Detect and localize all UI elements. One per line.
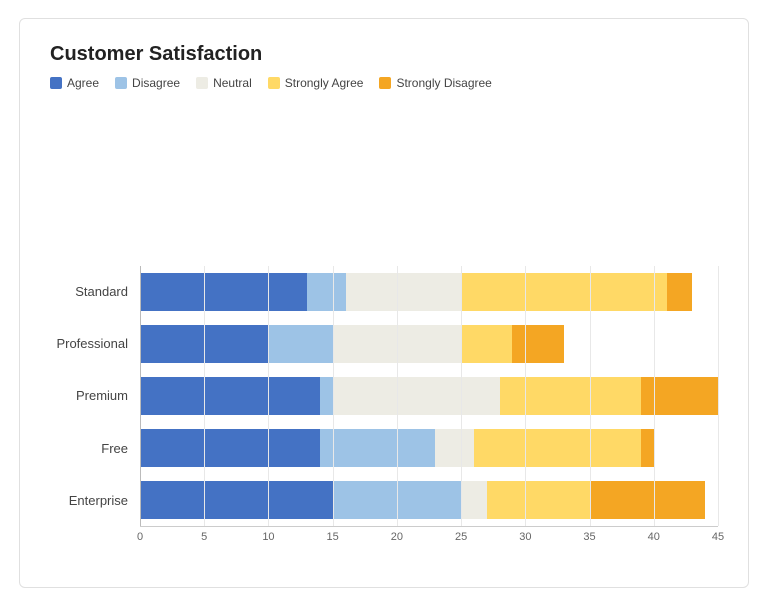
bar-segment	[641, 377, 718, 415]
bar-segment	[320, 377, 333, 415]
bar-row	[140, 474, 718, 526]
bar-segment	[268, 325, 332, 363]
x-tick: 35	[583, 531, 595, 543]
bar-track	[140, 481, 718, 519]
bar-segment	[435, 429, 474, 467]
grid-line	[525, 266, 526, 526]
grid-line	[461, 266, 462, 526]
grid-line	[204, 266, 205, 526]
bar-segment	[487, 481, 590, 519]
grid-line	[268, 266, 269, 526]
grid-line	[397, 266, 398, 526]
legend-item: Agree	[50, 76, 99, 90]
x-tick: 40	[648, 531, 660, 543]
bar-segment	[140, 377, 320, 415]
bar-segment	[461, 325, 512, 363]
y-axis-label: Enterprise	[50, 474, 140, 526]
y-axis-label: Premium	[50, 370, 140, 422]
bar-track	[140, 325, 718, 363]
bars-wrapper	[140, 108, 718, 266]
bar-track	[140, 429, 718, 467]
x-tick: 10	[262, 531, 274, 543]
legend-swatch	[268, 77, 280, 89]
legend-item: Strongly Disagree	[379, 76, 491, 90]
legend-item: Disagree	[115, 76, 180, 90]
bar-row	[140, 370, 718, 422]
bar-segment	[512, 325, 563, 363]
bar-segment	[461, 481, 487, 519]
bar-segment	[461, 273, 667, 311]
x-tick: 20	[391, 531, 403, 543]
legend-item: Strongly Agree	[268, 76, 364, 90]
bar-row	[140, 266, 718, 318]
legend: Agree Disagree Neutral Strongly Agree St…	[50, 76, 718, 90]
bar-segment	[320, 429, 436, 467]
legend-label: Strongly Disagree	[396, 76, 491, 90]
bar-segment	[140, 273, 307, 311]
bar-segment	[307, 273, 346, 311]
chart-area: StandardProfessionalPremiumFreeEnterpris…	[50, 108, 718, 547]
x-tick: 45	[712, 531, 724, 543]
legend-label: Strongly Agree	[285, 76, 364, 90]
bar-segment	[333, 377, 500, 415]
bar-row	[140, 422, 718, 474]
y-axis-label: Free	[50, 422, 140, 474]
y-axis-label: Standard	[50, 266, 140, 318]
x-tick: 25	[455, 531, 467, 543]
x-tick: 5	[201, 531, 207, 543]
bar-row	[140, 318, 718, 370]
bar-track	[140, 273, 718, 311]
legend-swatch	[379, 77, 391, 89]
grid-line	[654, 266, 655, 526]
grid-line	[718, 266, 719, 526]
grid-line	[140, 266, 141, 526]
chart-title: Customer Satisfaction	[50, 43, 718, 66]
legend-swatch	[196, 77, 208, 89]
bar-segment	[474, 429, 641, 467]
legend-swatch	[50, 77, 62, 89]
bar-segment	[590, 481, 706, 519]
legend-label: Neutral	[213, 76, 252, 90]
bar-segment	[641, 429, 654, 467]
legend-label: Agree	[67, 76, 99, 90]
bar-track	[140, 377, 718, 415]
legend-item: Neutral	[196, 76, 252, 90]
y-axis-label: Professional	[50, 318, 140, 370]
x-tick: 30	[519, 531, 531, 543]
bar-segment	[140, 481, 333, 519]
bar-segment	[667, 273, 693, 311]
x-tick: 0	[137, 531, 143, 543]
legend-swatch	[115, 77, 127, 89]
chart-container: Customer Satisfaction Agree Disagree Neu…	[19, 18, 749, 588]
grid-line	[333, 266, 334, 526]
grid-line	[590, 266, 591, 526]
bar-segment	[346, 273, 462, 311]
bar-segment	[500, 377, 641, 415]
bar-segment	[140, 429, 320, 467]
x-tick: 15	[327, 531, 339, 543]
legend-label: Disagree	[132, 76, 180, 90]
